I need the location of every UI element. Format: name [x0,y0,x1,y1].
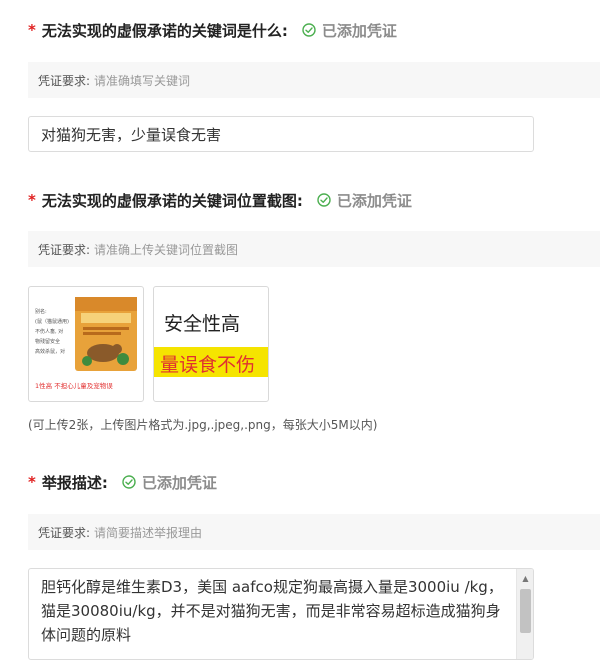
scroll-up-arrow-icon[interactable]: ▲ [517,571,533,585]
textarea-scrollbar[interactable]: ▲ [516,569,533,659]
image-text-line1: 安全性高 [164,313,241,335]
requirement-label: 凭证要求: [38,73,91,88]
keyword-input[interactable]: 对猫狗无害，少量误食无害 [28,116,534,152]
requirement-bar: 凭证要求: 请准确上传关键词位置截图 [28,231,600,267]
description-text: 胆钙化醇是维生素D3，美国 aafco规定狗最高摄入量是3000iu /kg，猫… [41,578,503,644]
check-circle-icon [317,193,331,207]
required-star: * [28,473,36,491]
status-added: 已添加凭证 [302,20,397,41]
report-form: * 无法实现的虚假承诺的关键词是什么: 已添加凭证 凭证要求: 请准确填写关键词… [0,0,600,660]
upload-hint: (可上传2张，上传图片格式为.jpg,.jpeg,.png，每张大小5M以内) [28,418,378,432]
uploaded-image-2[interactable]: 安全性高 量误食不伤 [153,286,269,402]
question-text: 无法实现的虚假承诺的关键词是什么: [41,21,288,40]
uploaded-image-1[interactable]: 别名: (鼠（猫鼠通用) 不伤人畜, 对 物残留安全 高效杀鼠，对 1性高 不担… [28,286,144,402]
requirement-text: 请准确上传关键词位置截图 [94,242,239,257]
status-added: 已添加凭证 [122,472,217,493]
question-title-keyword: * 无法实现的虚假承诺的关键词是什么: 已添加凭证 [28,18,397,42]
requirement-bar: 凭证要求: 请简要描述举报理由 [28,514,600,550]
image-text-line2: 量误食不伤 [160,354,256,376]
question-text: 举报描述: [41,473,108,492]
question-text: 无法实现的虚假承诺的关键词位置截图: [41,191,303,210]
check-circle-icon [122,475,136,489]
image-caption: 1性高 不担心儿童及宠物误 [35,382,113,390]
question-title-description: * 举报描述: 已添加凭证 [28,470,217,494]
requirement-text: 请准确填写关键词 [94,73,191,88]
requirement-label: 凭证要求: [38,525,91,540]
requirement-label: 凭证要求: [38,242,91,257]
check-circle-icon [302,23,316,37]
description-textarea[interactable]: 胆钙化醇是维生素D3，美国 aafco规定狗最高摄入量是3000iu /kg，猫… [28,568,534,660]
product-info-text: 别名: (鼠（猫鼠通用) 不伤人畜, 对 物残留安全 高效杀鼠，对 [35,309,69,355]
status-text: 已添加凭证 [141,473,217,492]
requirement-bar: 凭证要求: 请准确填写关键词 [28,62,600,98]
status-text: 已添加凭证 [336,191,412,210]
required-star: * [28,21,36,39]
required-star: * [28,191,36,209]
requirement-text: 请简要描述举报理由 [94,525,203,540]
question-title-screenshot: * 无法实现的虚假承诺的关键词位置截图: 已添加凭证 [28,188,412,212]
status-added: 已添加凭证 [317,190,412,211]
status-text: 已添加凭证 [321,21,397,40]
keyword-input-value: 对猫狗无害，少量误食无害 [41,125,222,144]
product-package-image [75,297,137,371]
scroll-thumb[interactable] [520,589,531,633]
